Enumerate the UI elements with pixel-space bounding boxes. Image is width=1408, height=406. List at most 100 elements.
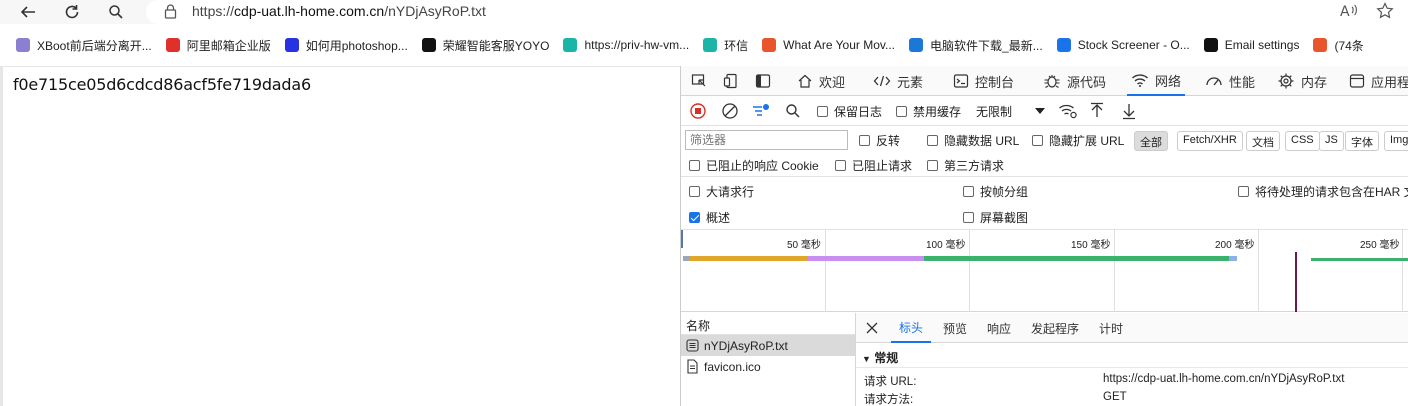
tab-headers[interactable]: 标头 (891, 313, 932, 343)
tab-memory[interactable]: 内存 (1277, 66, 1327, 96)
close-detail-button[interactable] (865, 313, 879, 343)
url-text[interactable]: https://cdp-uat.lh-home.com.cn/nYDjAsyRo… (192, 3, 486, 19)
upload-icon (1091, 102, 1103, 117)
tab-application[interactable]: 应用程 (1349, 66, 1408, 96)
disable-cache-checkbox[interactable]: 禁用缓存 (896, 101, 961, 121)
filter-toggle-button[interactable] (751, 101, 771, 121)
checkbox-box[interactable] (817, 105, 828, 117)
url-host: cdp-uat.lh-home.com.cn (234, 3, 385, 19)
export-har-button[interactable] (1121, 101, 1137, 121)
request-row[interactable]: favicon.ico (681, 356, 855, 377)
type-filter-font[interactable]: 字体 (1345, 131, 1379, 151)
inspect-element-icon[interactable] (689, 71, 709, 91)
checkbox-box[interactable] (689, 159, 700, 171)
back-button[interactable] (17, 1, 39, 23)
bookmark-item[interactable]: Email settings (1203, 38, 1299, 52)
type-filter-fetch-xhr[interactable]: Fetch/XHR (1177, 131, 1243, 151)
tab-elements[interactable]: 元素 (873, 66, 923, 96)
hide-ext-url-checkbox[interactable]: 隐藏扩展 URL (1032, 130, 1124, 150)
throttle-select[interactable]: 无限制 (976, 101, 1046, 121)
read-aloud-icon[interactable]: A (1339, 2, 1359, 23)
checkbox-box[interactable] (835, 159, 846, 171)
name-column-header[interactable]: 名称 (681, 313, 855, 335)
tab-preview[interactable]: 预览 (943, 313, 967, 343)
tab-timing[interactable]: 计时 (1099, 313, 1123, 343)
har-sensitive-checkbox[interactable]: 将待处理的请求包含在HAR 文 (1238, 181, 1408, 201)
tab-performance[interactable]: 性能 (1205, 66, 1255, 96)
dock-side-icon[interactable] (753, 71, 773, 91)
network-toolbar: 保留日志 禁用缓存 无限制 (681, 96, 1408, 126)
home-icon (798, 74, 812, 88)
checkbox-box[interactable] (896, 105, 907, 117)
section-title: 常规 (874, 351, 899, 365)
tab-welcome[interactable]: 欢迎 (797, 66, 845, 96)
bookmark-item[interactable]: https://priv-hw-vm... (563, 38, 689, 52)
checkbox-box[interactable] (859, 134, 870, 146)
request-row[interactable]: nYDjAsyRoP.txt (681, 335, 855, 356)
reload-button[interactable] (61, 1, 83, 23)
checkbox-box[interactable] (927, 134, 938, 146)
tab-response[interactable]: 响应 (987, 313, 1011, 343)
clear-button[interactable] (721, 101, 739, 121)
search-network-button[interactable] (785, 101, 801, 121)
address-toolbar: https://cdp-uat.lh-home.com.cn/nYDjAsyRo… (0, 0, 1408, 24)
network-conditions-button[interactable] (1058, 101, 1078, 121)
timeline-bar-second-request (1311, 258, 1408, 261)
type-filter-css[interactable]: CSS (1285, 131, 1320, 151)
bookmark-item[interactable]: 阿里邮箱企业版 (165, 37, 271, 54)
bookmark-item[interactable]: (74条 (1313, 37, 1364, 54)
tab-console[interactable]: 控制台 (953, 66, 1014, 96)
type-filter-all[interactable]: 全部 (1134, 131, 1168, 151)
checkbox-box[interactable] (1238, 185, 1249, 197)
record-button[interactable] (689, 101, 707, 121)
checkbox-box[interactable] (963, 185, 974, 197)
invert-checkbox[interactable]: 反转 (859, 130, 900, 150)
bookmark-label: What Are Your Mov... (783, 38, 896, 52)
blocked-cookies-checkbox[interactable]: 已阻止的响应 Cookie (689, 155, 819, 175)
search-button[interactable] (105, 1, 127, 23)
checkbox-box[interactable] (963, 211, 974, 223)
bookmark-item[interactable]: 荣耀智能客服YOYO (421, 37, 549, 54)
big-rows-label: 大请求行 (706, 184, 755, 199)
device-toolbar-icon[interactable] (721, 71, 741, 91)
hide-data-url-checkbox[interactable]: 隐藏数据 URL (927, 130, 1019, 150)
bookmark-item[interactable]: 环信 (703, 37, 748, 54)
bookmark-item[interactable]: 如何用photoshop... (284, 37, 408, 54)
type-filter-js[interactable]: JS (1319, 131, 1344, 151)
big-rows-checkbox[interactable]: 大请求行 (689, 181, 754, 201)
overview-checkbox[interactable]: 概述 (689, 207, 730, 227)
third-party-checkbox[interactable]: 第三方请求 (927, 155, 1004, 175)
tab-initiator[interactable]: 发起程序 (1031, 313, 1079, 343)
checkbox-box[interactable] (689, 211, 700, 223)
type-filter-doc[interactable]: 文档 (1246, 131, 1280, 151)
devtools-panel: 欢迎 元素 控制台 源代码 网络 性能 内存 应用程 保留日志 禁用缓存 无限制… (680, 66, 1408, 406)
blocked-requests-checkbox[interactable]: 已阻止请求 (835, 155, 912, 175)
network-overview-timeline[interactable]: 50 毫秒 100 毫秒 150 毫秒 200 毫秒 250 毫秒 (681, 230, 1408, 312)
checkbox-box[interactable] (1032, 134, 1043, 146)
general-section-header[interactable]: ▼ 常规 (856, 344, 1408, 368)
preserve-log-checkbox[interactable]: 保留日志 (817, 101, 882, 121)
address-field[interactable]: https://cdp-uat.lh-home.com.cn/nYDjAsyRo… (146, 0, 1408, 24)
bookmark-item[interactable]: XBoot前后端分离开... (16, 37, 152, 54)
favorite-star-icon[interactable] (1376, 2, 1394, 23)
lock-icon[interactable] (164, 4, 177, 22)
window-icon (1349, 74, 1365, 88)
bookmark-item[interactable]: 电脑软件下载_最新... (909, 37, 1043, 54)
download-icon (1123, 104, 1135, 120)
type-filter-img[interactable]: Img (1384, 131, 1408, 151)
bookmark-item[interactable]: What Are Your Mov... (762, 38, 895, 52)
header-value[interactable]: https://cdp-uat.lh-home.com.cn/nYDjAsyRo… (1103, 373, 1344, 385)
import-har-button[interactable] (1089, 101, 1105, 121)
console-icon (953, 74, 969, 88)
checkbox-box[interactable] (689, 185, 700, 197)
timeline-start-handle[interactable] (681, 230, 683, 248)
screenshots-checkbox[interactable]: 屏幕截图 (963, 207, 1028, 227)
header-value[interactable]: GET (1103, 391, 1127, 403)
filter-input[interactable] (685, 130, 848, 150)
bookmark-item[interactable]: Stock Screener - O... (1056, 38, 1190, 52)
checkbox-box[interactable] (927, 159, 938, 171)
tab-sources[interactable]: 源代码 (1043, 66, 1106, 96)
tab-network[interactable]: 网络 (1127, 66, 1186, 96)
bug-icon (1044, 75, 1060, 88)
group-by-frame-checkbox[interactable]: 按帧分组 (963, 181, 1028, 201)
